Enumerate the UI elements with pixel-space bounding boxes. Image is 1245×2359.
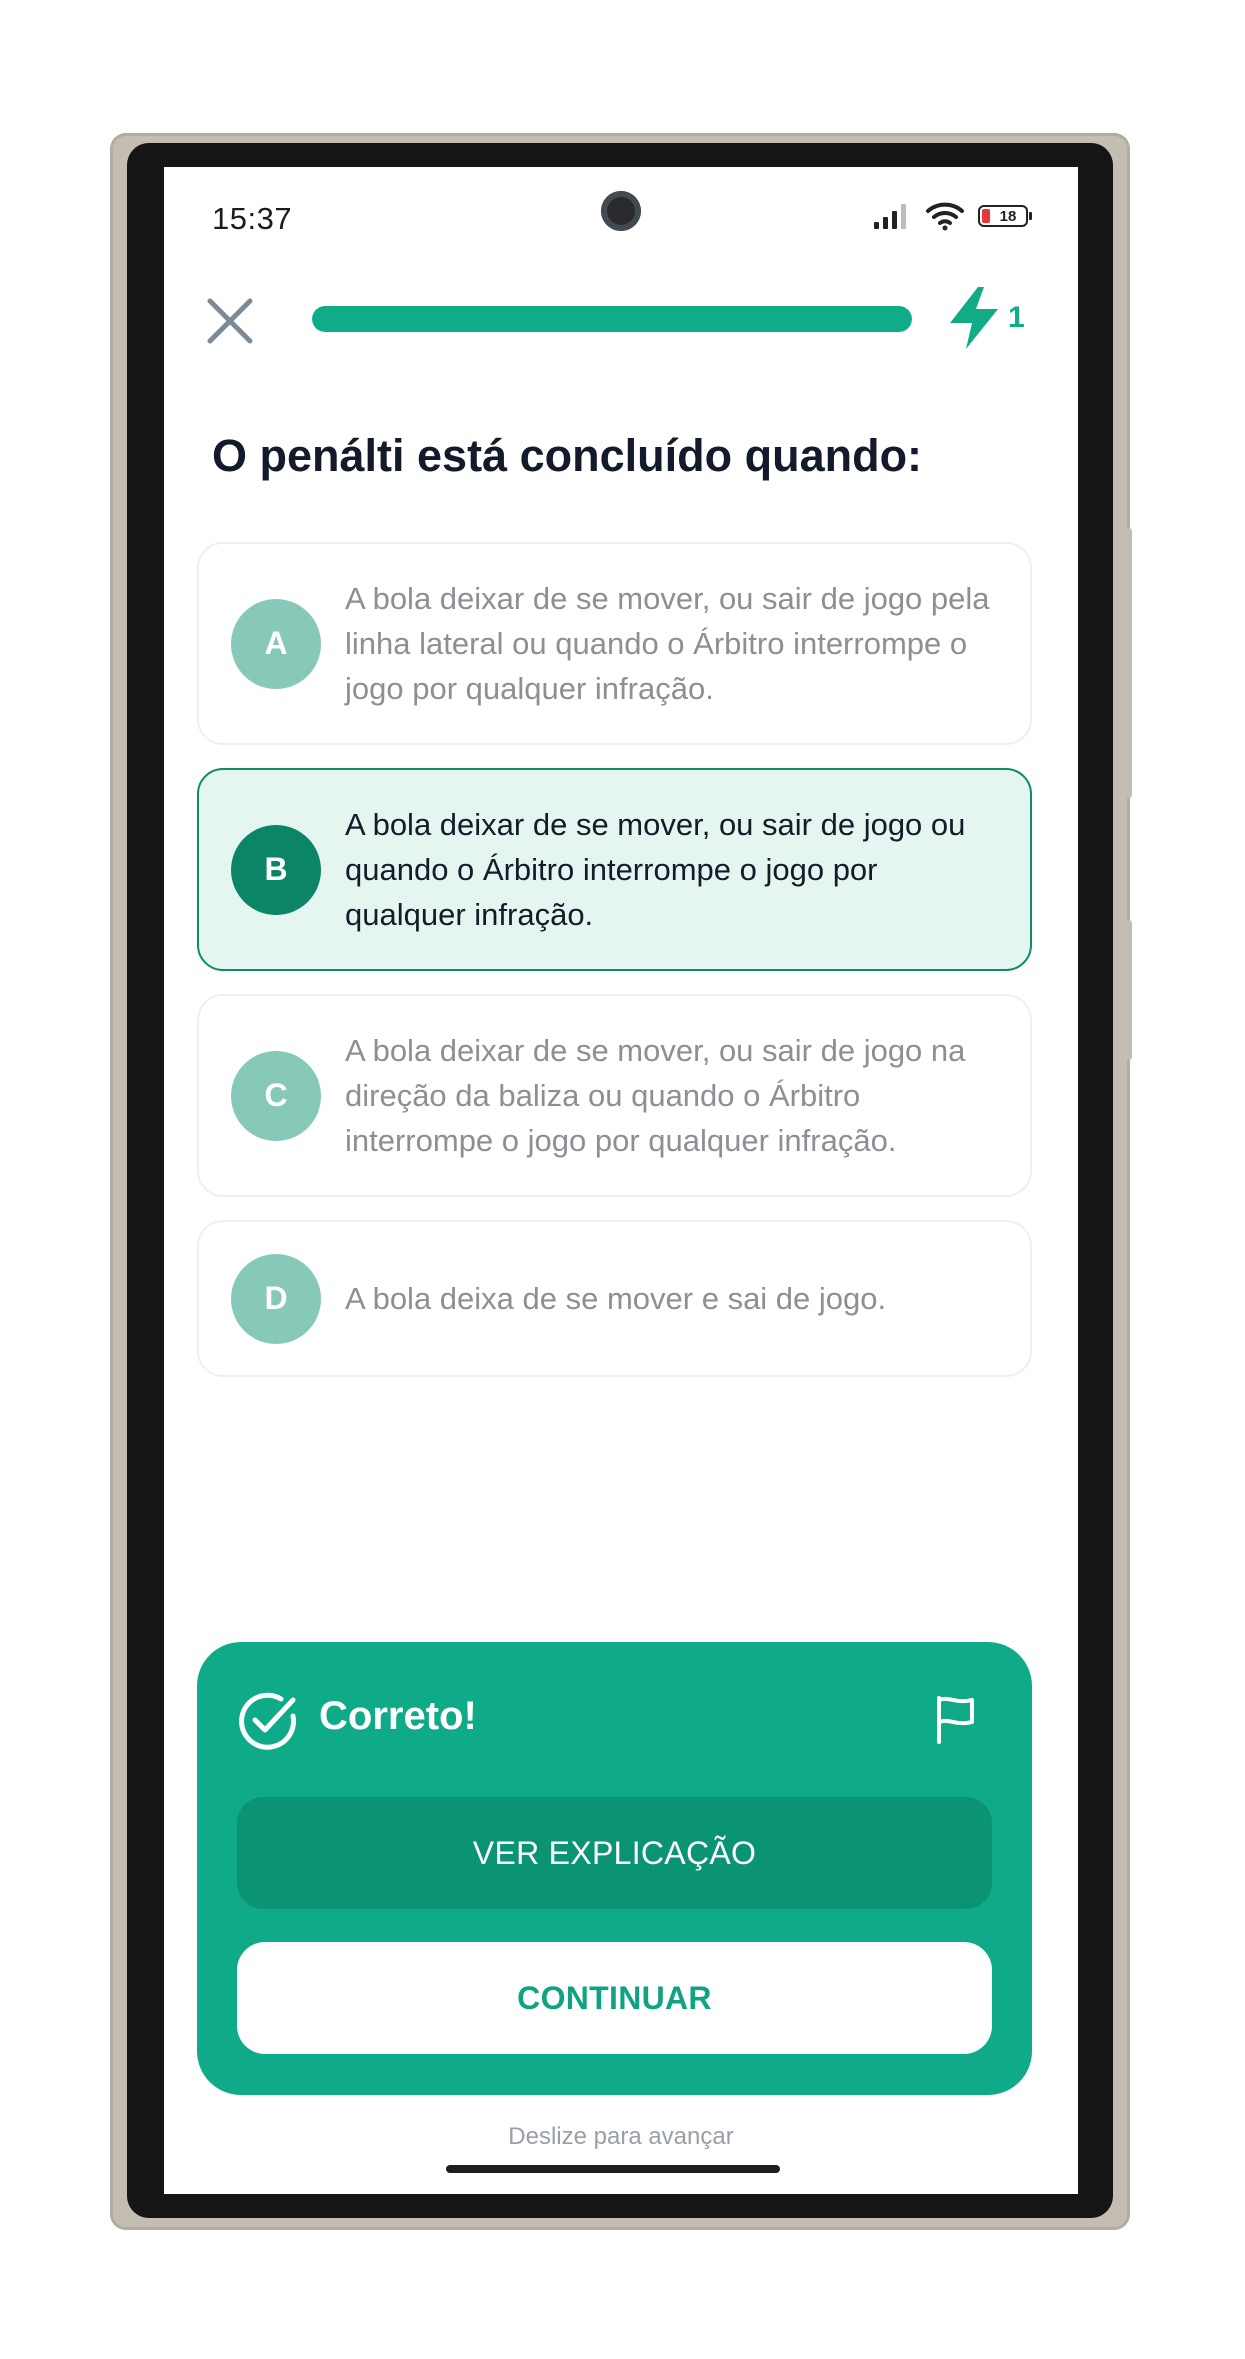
phone-screen: 15:37 18 1 O penálti está concluído quan… — [164, 167, 1078, 2194]
view-explanation-button[interactable]: VER EXPLICAÇÃO — [237, 1797, 992, 1909]
option-text: A bola deixa de se mover e sai de jogo. — [345, 1281, 887, 1316]
close-icon — [207, 298, 253, 344]
wifi-icon — [926, 202, 964, 231]
volume-button — [1122, 528, 1132, 798]
option-text: A bola deixar de se mover, ou sair de jo… — [345, 581, 990, 706]
battery-indicator: 18 — [978, 205, 1032, 227]
status-time: 15:37 — [212, 201, 293, 236]
front-camera — [601, 191, 641, 231]
option-letter: B — [231, 824, 321, 915]
option-text: A bola deixar de se mover, ou sair de jo… — [345, 1033, 966, 1158]
option-letter: C — [231, 1050, 321, 1141]
option-letter: A — [231, 598, 321, 689]
result-title: Correto! — [319, 1694, 477, 1738]
signal-icon — [874, 204, 906, 229]
question-text: O penálti está concluído quando: — [212, 430, 923, 481]
answer-option-d[interactable]: D A bola deixa de se mover e sai de jogo… — [197, 1220, 1032, 1377]
flag-icon — [937, 1696, 974, 1744]
result-panel: Correto! VER EXPLICAÇÃO CONTINUAR — [197, 1642, 1032, 2095]
battery-level: 18 — [999, 207, 1017, 225]
home-indicator[interactable] — [446, 2165, 780, 2173]
answer-option-a[interactable]: A A bola deixar de se mover, ou sair de … — [197, 542, 1032, 745]
quiz-progress-bar — [312, 306, 912, 332]
answer-option-b[interactable]: B A bola deixar de se mover, ou sair de … — [197, 768, 1032, 971]
streak-count: 1 — [1008, 301, 1025, 334]
quiz-progress-fill — [312, 306, 912, 332]
close-button[interactable] — [204, 295, 256, 347]
option-text: A bola deixar de se mover, ou sair de jo… — [345, 807, 966, 932]
answer-option-c[interactable]: C A bola deixar de se mover, ou sair de … — [197, 994, 1032, 1197]
check-circle-icon — [239, 1692, 297, 1750]
report-button[interactable] — [934, 1694, 978, 1746]
streak-indicator: 1 — [944, 285, 1025, 351]
status-icons: 18 — [872, 201, 1032, 231]
continue-button[interactable]: CONTINUAR — [237, 1942, 992, 2054]
lightning-icon — [950, 287, 998, 349]
swipe-hint: Deslize para avançar — [508, 2123, 734, 2150]
option-letter: D — [231, 1253, 321, 1344]
power-button — [1122, 920, 1132, 1060]
